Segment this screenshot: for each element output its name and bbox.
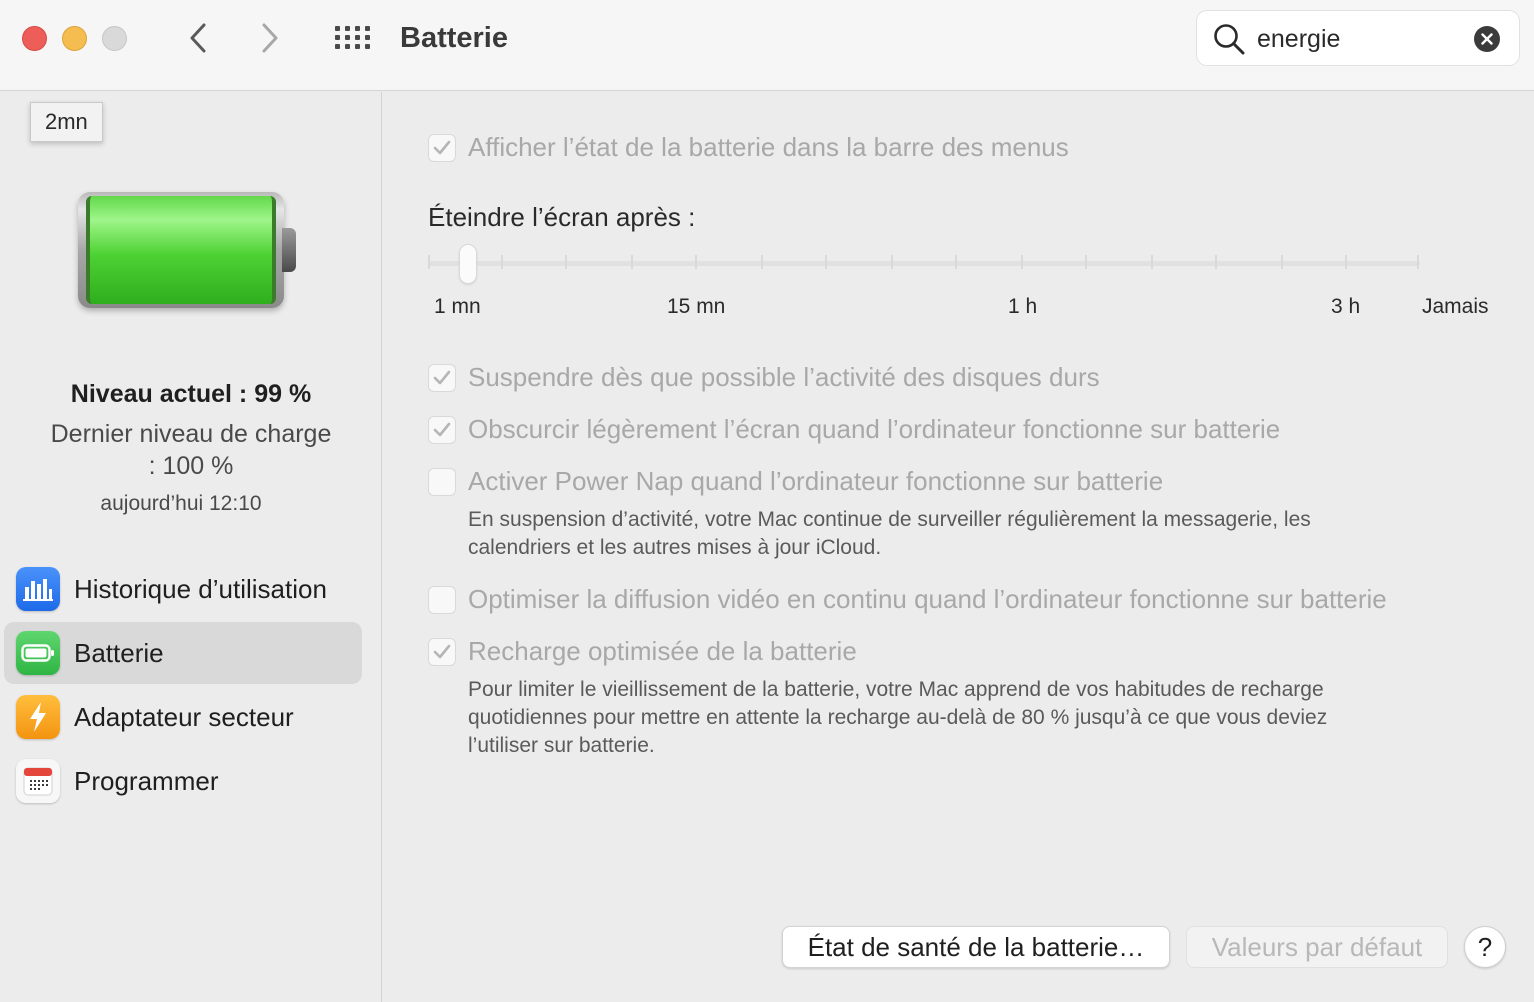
power-nap-label: Activer Power Nap quand l’ordinateur fon… [468, 466, 1164, 496]
battery-terminal [282, 228, 296, 272]
slider-label-1-h: 1 h [1008, 295, 1038, 318]
description-line: l’utiliser sur batterie. [468, 734, 655, 757]
slider-tick [631, 255, 633, 269]
battery-health-button[interactable]: État de santé de la batterie… [782, 926, 1170, 968]
battery-body [78, 192, 284, 308]
zoom-button[interactable] [102, 26, 127, 51]
show-in-menu-bar-checkbox[interactable] [428, 133, 456, 162]
slider-label-15-min: 15 mn [667, 295, 726, 318]
show-in-menu-bar-row[interactable]: Afficher l’état de la batterie dans la b… [428, 132, 1069, 163]
battery-settings-pane: Afficher l’état de la batterie dans la b… [383, 92, 1534, 1002]
back-button[interactable] [178, 18, 218, 58]
calendar-schedule-icon [16, 759, 60, 803]
optimized-charging-label: Recharge optimisée de la batterie [468, 636, 857, 666]
slider-tick [955, 255, 957, 269]
checkmark-icon [433, 422, 451, 436]
grid-icon [335, 26, 370, 49]
slider-tick [1417, 255, 1419, 269]
description-line: quotidiennes pour mettre en attente la r… [468, 706, 1328, 729]
slider-tick [1345, 255, 1347, 269]
slider-label-1-min: 1 mn [434, 295, 481, 318]
help-button[interactable]: ? [1464, 926, 1506, 968]
power-nap-description: En suspension d’activité, votre Mac cont… [468, 506, 1311, 562]
slider-tick [825, 255, 827, 269]
slider-tick [891, 255, 893, 269]
description-line: Pour limiter le vieillissement de la bat… [468, 678, 1324, 701]
show-in-menu-bar-label: Afficher l’état de la batterie dans la b… [468, 132, 1069, 162]
optimized-charging-description: Pour limiter le vieillissement de la bat… [468, 676, 1327, 760]
chevron-right-icon [262, 23, 278, 53]
dim-display-row[interactable]: Obscurcir légèrement l’écran quand l’ord… [428, 414, 1280, 445]
optimized-charging-row[interactable]: Recharge optimisée de la batterie [428, 636, 857, 667]
usage-history-icon [16, 567, 60, 611]
battery-icon [16, 631, 60, 675]
sidebar-item-label: Programmer [74, 765, 219, 796]
forward-button[interactable] [250, 18, 290, 58]
video-streaming-row[interactable]: Optimiser la diffusion vidéo en continu … [428, 584, 1387, 615]
sidebar-item-battery[interactable]: Batterie [4, 622, 362, 684]
search-input[interactable] [1257, 19, 1462, 59]
battery-fill [86, 196, 276, 304]
sidebar: 2mn Niveau actuel : 99 % Dernier niveau … [0, 92, 382, 1002]
battery-level-graphic [78, 192, 298, 308]
power-nap-row[interactable]: Activer Power Nap quand l’ordinateur fon… [428, 466, 1163, 497]
description-line: calendriers et les autres mises à jour i… [468, 536, 882, 559]
suspend-disks-label: Suspendre dès que possible l’activité de… [468, 362, 1100, 392]
sidebar-item-power-adapter[interactable]: Adaptateur secteur [4, 686, 362, 748]
suspend-disks-checkbox[interactable] [428, 363, 456, 392]
slider-tooltip: 2mn [30, 102, 103, 142]
title-bar: Batterie [0, 0, 1534, 91]
slider-label-3-h: 3 h [1331, 295, 1361, 318]
chevron-left-icon [190, 23, 206, 53]
checkmark-icon [433, 370, 451, 384]
dim-display-checkbox[interactable] [428, 415, 456, 444]
show-all-button[interactable] [330, 20, 374, 56]
display-off-slider-thumb[interactable] [459, 244, 477, 284]
slider-tick [1215, 255, 1217, 269]
slider-tick [695, 255, 697, 269]
slider-tick [761, 255, 763, 269]
close-button[interactable] [22, 26, 47, 51]
display-off-slider-track[interactable] [428, 261, 1420, 266]
checkmark-icon [433, 644, 451, 658]
magnifier-icon [1214, 24, 1245, 55]
search-field[interactable] [1196, 10, 1520, 66]
current-level-text: Niveau actuel : 99 % [70, 380, 312, 408]
sidebar-item-usage-history[interactable]: Historique d’utilisation [4, 558, 362, 620]
last-charge-time: aujourd’hui 12:10 [100, 492, 262, 515]
checkmark-icon [433, 140, 451, 154]
suspend-disks-row[interactable]: Suspendre dès que possible l’activité de… [428, 362, 1100, 393]
minimize-button[interactable] [62, 26, 87, 51]
description-line: En suspension d’activité, votre Mac cont… [468, 508, 1311, 531]
video-streaming-label: Optimiser la diffusion vidéo en continu … [468, 584, 1387, 614]
slider-tick [1281, 255, 1283, 269]
last-charge-text: Dernier niveau de charge : 100 % [50, 420, 332, 480]
restore-defaults-button[interactable]: Valeurs par défaut [1186, 926, 1448, 968]
slider-tick [1021, 255, 1023, 269]
clear-search-button[interactable] [1474, 26, 1500, 52]
window-title: Batterie [400, 22, 508, 54]
slider-tick [1151, 255, 1153, 269]
slider-tick [1085, 255, 1087, 269]
power-nap-checkbox[interactable] [428, 467, 456, 496]
sidebar-item-label: Adaptateur secteur [74, 701, 294, 732]
sidebar-item-schedule[interactable]: Programmer [4, 750, 362, 812]
slider-tick [428, 255, 430, 269]
sidebar-item-label: Batterie [74, 637, 164, 668]
slider-label-never: Jamais [1422, 295, 1489, 318]
slider-tick [501, 255, 503, 269]
display-off-label: Éteindre l’écran après : [428, 202, 696, 232]
sidebar-item-label: Historique d’utilisation [74, 573, 327, 604]
clear-search-icon [1481, 33, 1493, 45]
power-adapter-icon [16, 695, 60, 739]
optimized-charging-checkbox[interactable] [428, 637, 456, 666]
dim-display-label: Obscurcir légèrement l’écran quand l’ord… [468, 414, 1281, 444]
slider-tick [565, 255, 567, 269]
video-streaming-checkbox[interactable] [428, 585, 456, 614]
